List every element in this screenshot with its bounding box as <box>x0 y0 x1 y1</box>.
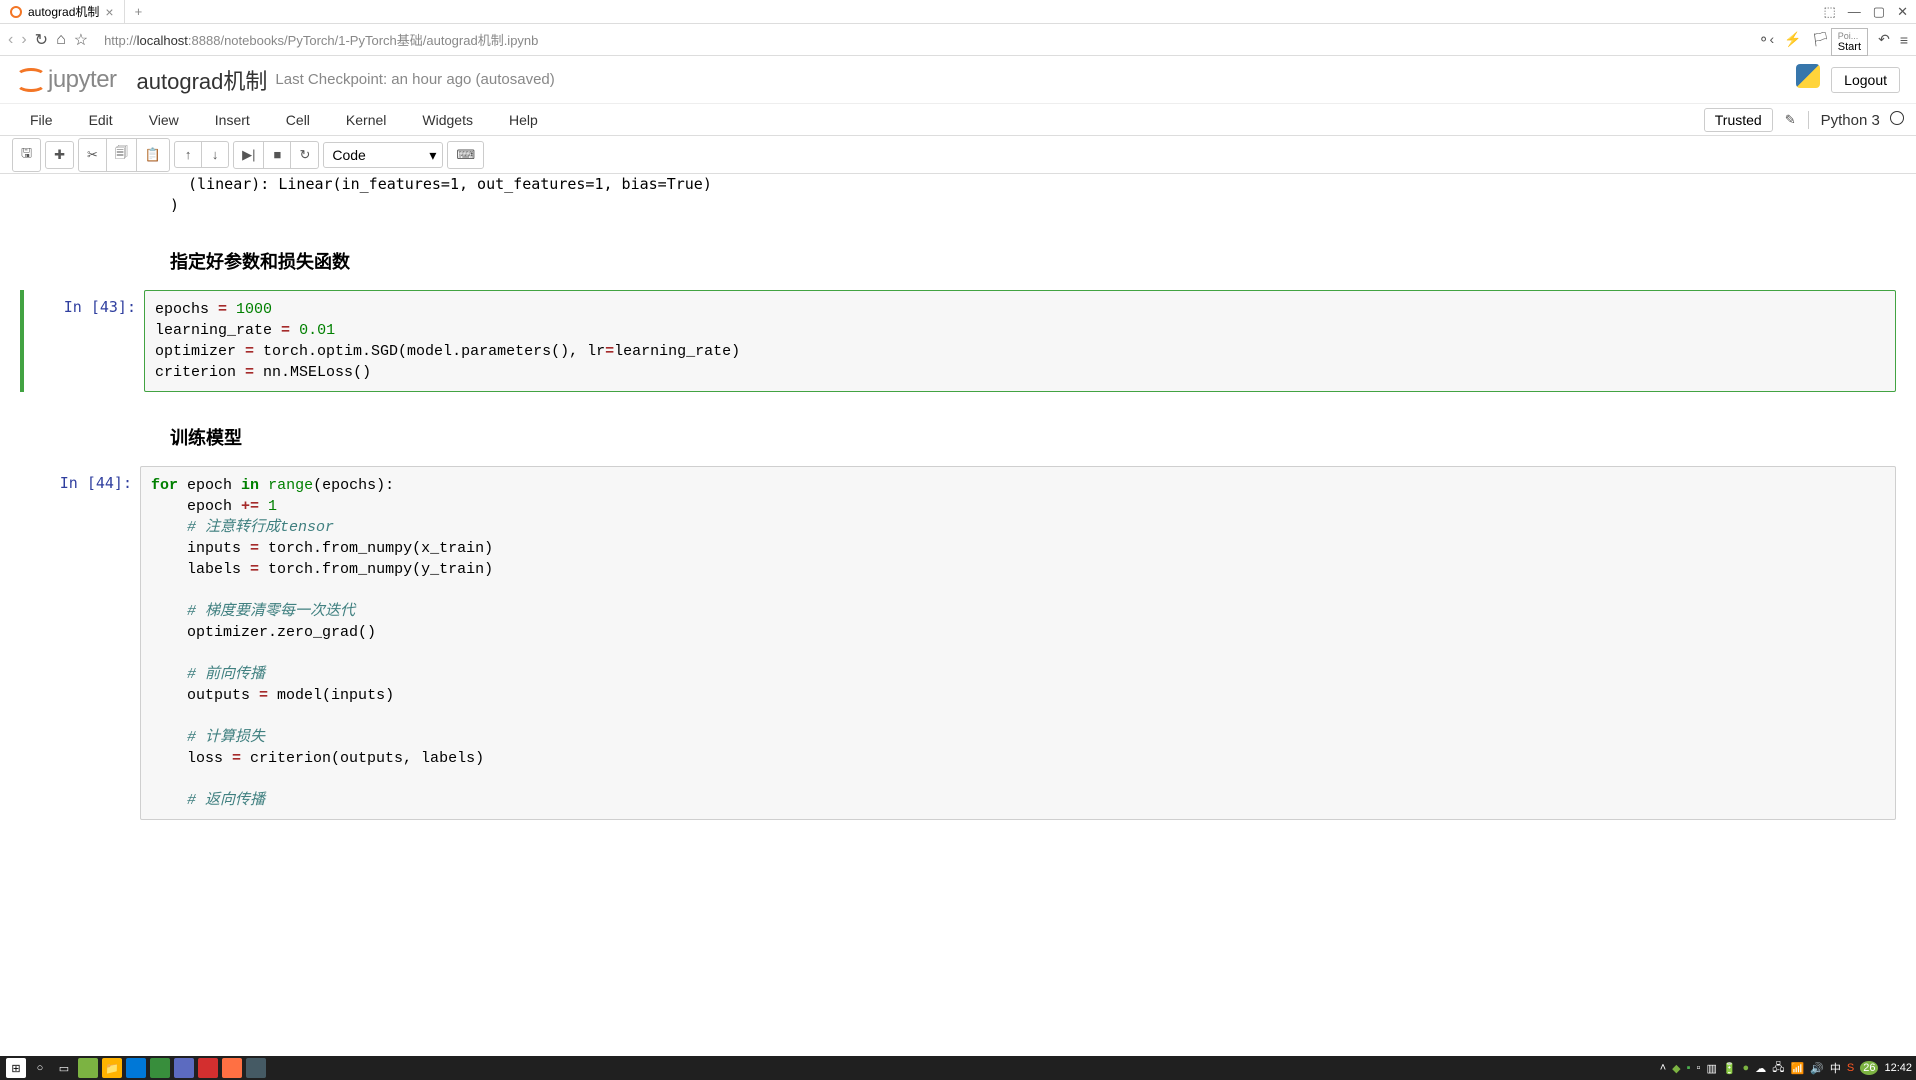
input-prompt: In [44]: <box>20 466 140 820</box>
new-tab-button[interactable]: + <box>125 4 153 19</box>
code-input[interactable]: for epoch in range(epochs): epoch += 1 #… <box>140 466 1896 820</box>
kernel-name[interactable]: Python 3 <box>1808 111 1904 129</box>
app-icon-2[interactable] <box>126 1058 146 1078</box>
copy-button[interactable]: 🗐 <box>106 138 137 172</box>
start-menu-icon[interactable]: ⊞ <box>6 1058 26 1078</box>
menu-insert[interactable]: Insert <box>197 106 268 134</box>
menu-help[interactable]: Help <box>491 106 556 134</box>
ime-icon[interactable]: 中 <box>1830 1060 1841 1076</box>
menubar: File Edit View Insert Cell Kernel Widget… <box>0 104 1916 136</box>
refresh-icon[interactable]: ↻ <box>35 30 48 50</box>
checkpoint-status: Last Checkpoint: an hour ago (autosaved) <box>275 71 554 88</box>
add-cell-button[interactable]: ✚ <box>45 141 74 169</box>
windows-taskbar: ⊞ ○ ▭ 📁 ˄ ◆ ▪ ▫ ▥ 🔋 ● ☁ 🖧 📶 🔊 中 S 26 12:… <box>0 1056 1916 1080</box>
markdown-heading-1[interactable]: 指定好参数和损失函数 <box>170 248 1896 274</box>
file-explorer-icon[interactable]: 📁 <box>102 1058 122 1078</box>
menu-view[interactable]: View <box>131 106 197 134</box>
app-icon-1[interactable] <box>78 1058 98 1078</box>
translate-icon[interactable]: 🏳 <box>1812 31 1830 48</box>
wifi-icon[interactable]: 📶 <box>1790 1062 1804 1075</box>
browser-back-icon[interactable]: ‹ <box>8 31 13 49</box>
window-maximize-icon[interactable]: ▢ <box>1873 4 1885 20</box>
menu-file[interactable]: File <box>12 106 71 134</box>
app-icon-3[interactable] <box>150 1058 170 1078</box>
wechat-icon[interactable]: ● <box>1743 1062 1750 1074</box>
menu-cell[interactable]: Cell <box>268 106 328 134</box>
run-button[interactable]: ▶| <box>233 141 264 169</box>
share-icon[interactable]: ⚬‹ <box>1758 31 1774 48</box>
favorite-icon[interactable]: ☆ <box>74 30 88 50</box>
menu-kernel[interactable]: Kernel <box>328 106 404 134</box>
tab-title: autograd机制 <box>28 3 99 20</box>
output-text: (linear): Linear(in_features=1, out_feat… <box>170 174 1896 216</box>
code-cell-43[interactable]: In [43]: epochs = 1000 learning_rate = 0… <box>20 290 1896 392</box>
stop-button[interactable]: ■ <box>263 141 291 169</box>
menu-icon[interactable]: ≡ <box>1900 32 1908 48</box>
notebook-container[interactable]: (linear): Linear(in_features=1, out_feat… <box>0 174 1916 1056</box>
tab-close-icon[interactable]: × <box>105 4 113 20</box>
jupyter-favicon <box>10 6 22 18</box>
taskview-icon[interactable]: ▭ <box>54 1058 74 1078</box>
tray-badge[interactable]: 26 <box>1860 1061 1878 1075</box>
jupyter-logo[interactable]: jupyter <box>16 66 117 94</box>
app-icon-4[interactable] <box>174 1058 194 1078</box>
cortana-icon[interactable]: ○ <box>30 1058 50 1078</box>
kernel-indicator-icon <box>1890 111 1904 125</box>
markdown-heading-2[interactable]: 训练模型 <box>170 424 1896 450</box>
paste-button[interactable]: 📋 <box>136 138 170 172</box>
bolt-icon[interactable]: ⚡ <box>1784 31 1801 48</box>
tray-icon-3[interactable]: ▫ <box>1697 1062 1701 1074</box>
browser-toolbar: ‹ › ↻ ⌂ ☆ http://localhost:8888/notebook… <box>0 24 1916 56</box>
menu-edit[interactable]: Edit <box>71 106 131 134</box>
app-icon-6[interactable] <box>222 1058 242 1078</box>
code-cell-44[interactable]: In [44]: for epoch in range(epochs): epo… <box>20 466 1896 820</box>
window-close-icon[interactable]: ✕ <box>1897 4 1908 20</box>
sogou-icon[interactable]: S <box>1847 1062 1854 1074</box>
save-button[interactable]: 🖫 <box>12 138 41 172</box>
notebook-name[interactable]: autograd机制 <box>137 64 268 96</box>
volume-icon[interactable]: 🔊 <box>1810 1062 1824 1075</box>
code-input[interactable]: epochs = 1000 learning_rate = 0.01 optim… <box>144 290 1896 392</box>
start-button-overlay[interactable]: Poi... Start <box>1831 28 1868 56</box>
menu-widgets[interactable]: Widgets <box>404 106 491 134</box>
home-icon[interactable]: ⌂ <box>56 31 66 49</box>
cell-type-select[interactable]: Code <box>323 142 443 168</box>
app-icon-7[interactable] <box>246 1058 266 1078</box>
app-icon-5[interactable] <box>198 1058 218 1078</box>
jupyter-header: jupyter autograd机制 Last Checkpoint: an h… <box>0 56 1916 104</box>
undo-icon[interactable]: ↶ <box>1878 31 1890 48</box>
address-bar[interactable]: http://localhost:8888/notebooks/PyTorch/… <box>96 30 1750 49</box>
browser-tab-active[interactable]: autograd机制 × <box>0 0 125 23</box>
python-logo-icon <box>1796 64 1820 95</box>
toolbar: 🖫 ✚ ✂ 🗐 📋 ↑ ↓ ▶| ■ ↻ Code ⌨ <box>0 136 1916 174</box>
cut-button[interactable]: ✂ <box>78 138 107 172</box>
clock[interactable]: 12:42 <box>1884 1062 1912 1074</box>
tray-icon-4[interactable]: ▥ <box>1706 1062 1716 1075</box>
move-up-button[interactable]: ↑ <box>174 141 202 168</box>
tray-icon-5[interactable]: ☁ <box>1755 1062 1766 1075</box>
browser-tabs: autograd机制 × + ⬚ — ▢ ✕ <box>0 0 1916 24</box>
command-palette-button[interactable]: ⌨ <box>447 141 484 169</box>
browser-forward-icon[interactable]: › <box>21 31 26 49</box>
tray-up-icon[interactable]: ˄ <box>1660 1062 1666 1074</box>
move-down-button[interactable]: ↓ <box>201 141 229 168</box>
network-icon[interactable]: 🖧 <box>1772 1059 1784 1078</box>
trusted-indicator[interactable]: Trusted <box>1704 108 1773 132</box>
edit-icon[interactable]: ✎ <box>1785 112 1796 128</box>
extension-icon[interactable]: ⬚ <box>1824 4 1836 20</box>
input-prompt: In [43]: <box>24 290 144 392</box>
tray-icon-1[interactable]: ◆ <box>1672 1062 1680 1075</box>
tray-icon-2[interactable]: ▪ <box>1687 1062 1691 1074</box>
battery-icon[interactable]: 🔋 <box>1723 1062 1737 1075</box>
restart-button[interactable]: ↻ <box>290 141 319 169</box>
logout-button[interactable]: Logout <box>1831 67 1900 93</box>
window-minimize-icon[interactable]: — <box>1848 4 1861 20</box>
